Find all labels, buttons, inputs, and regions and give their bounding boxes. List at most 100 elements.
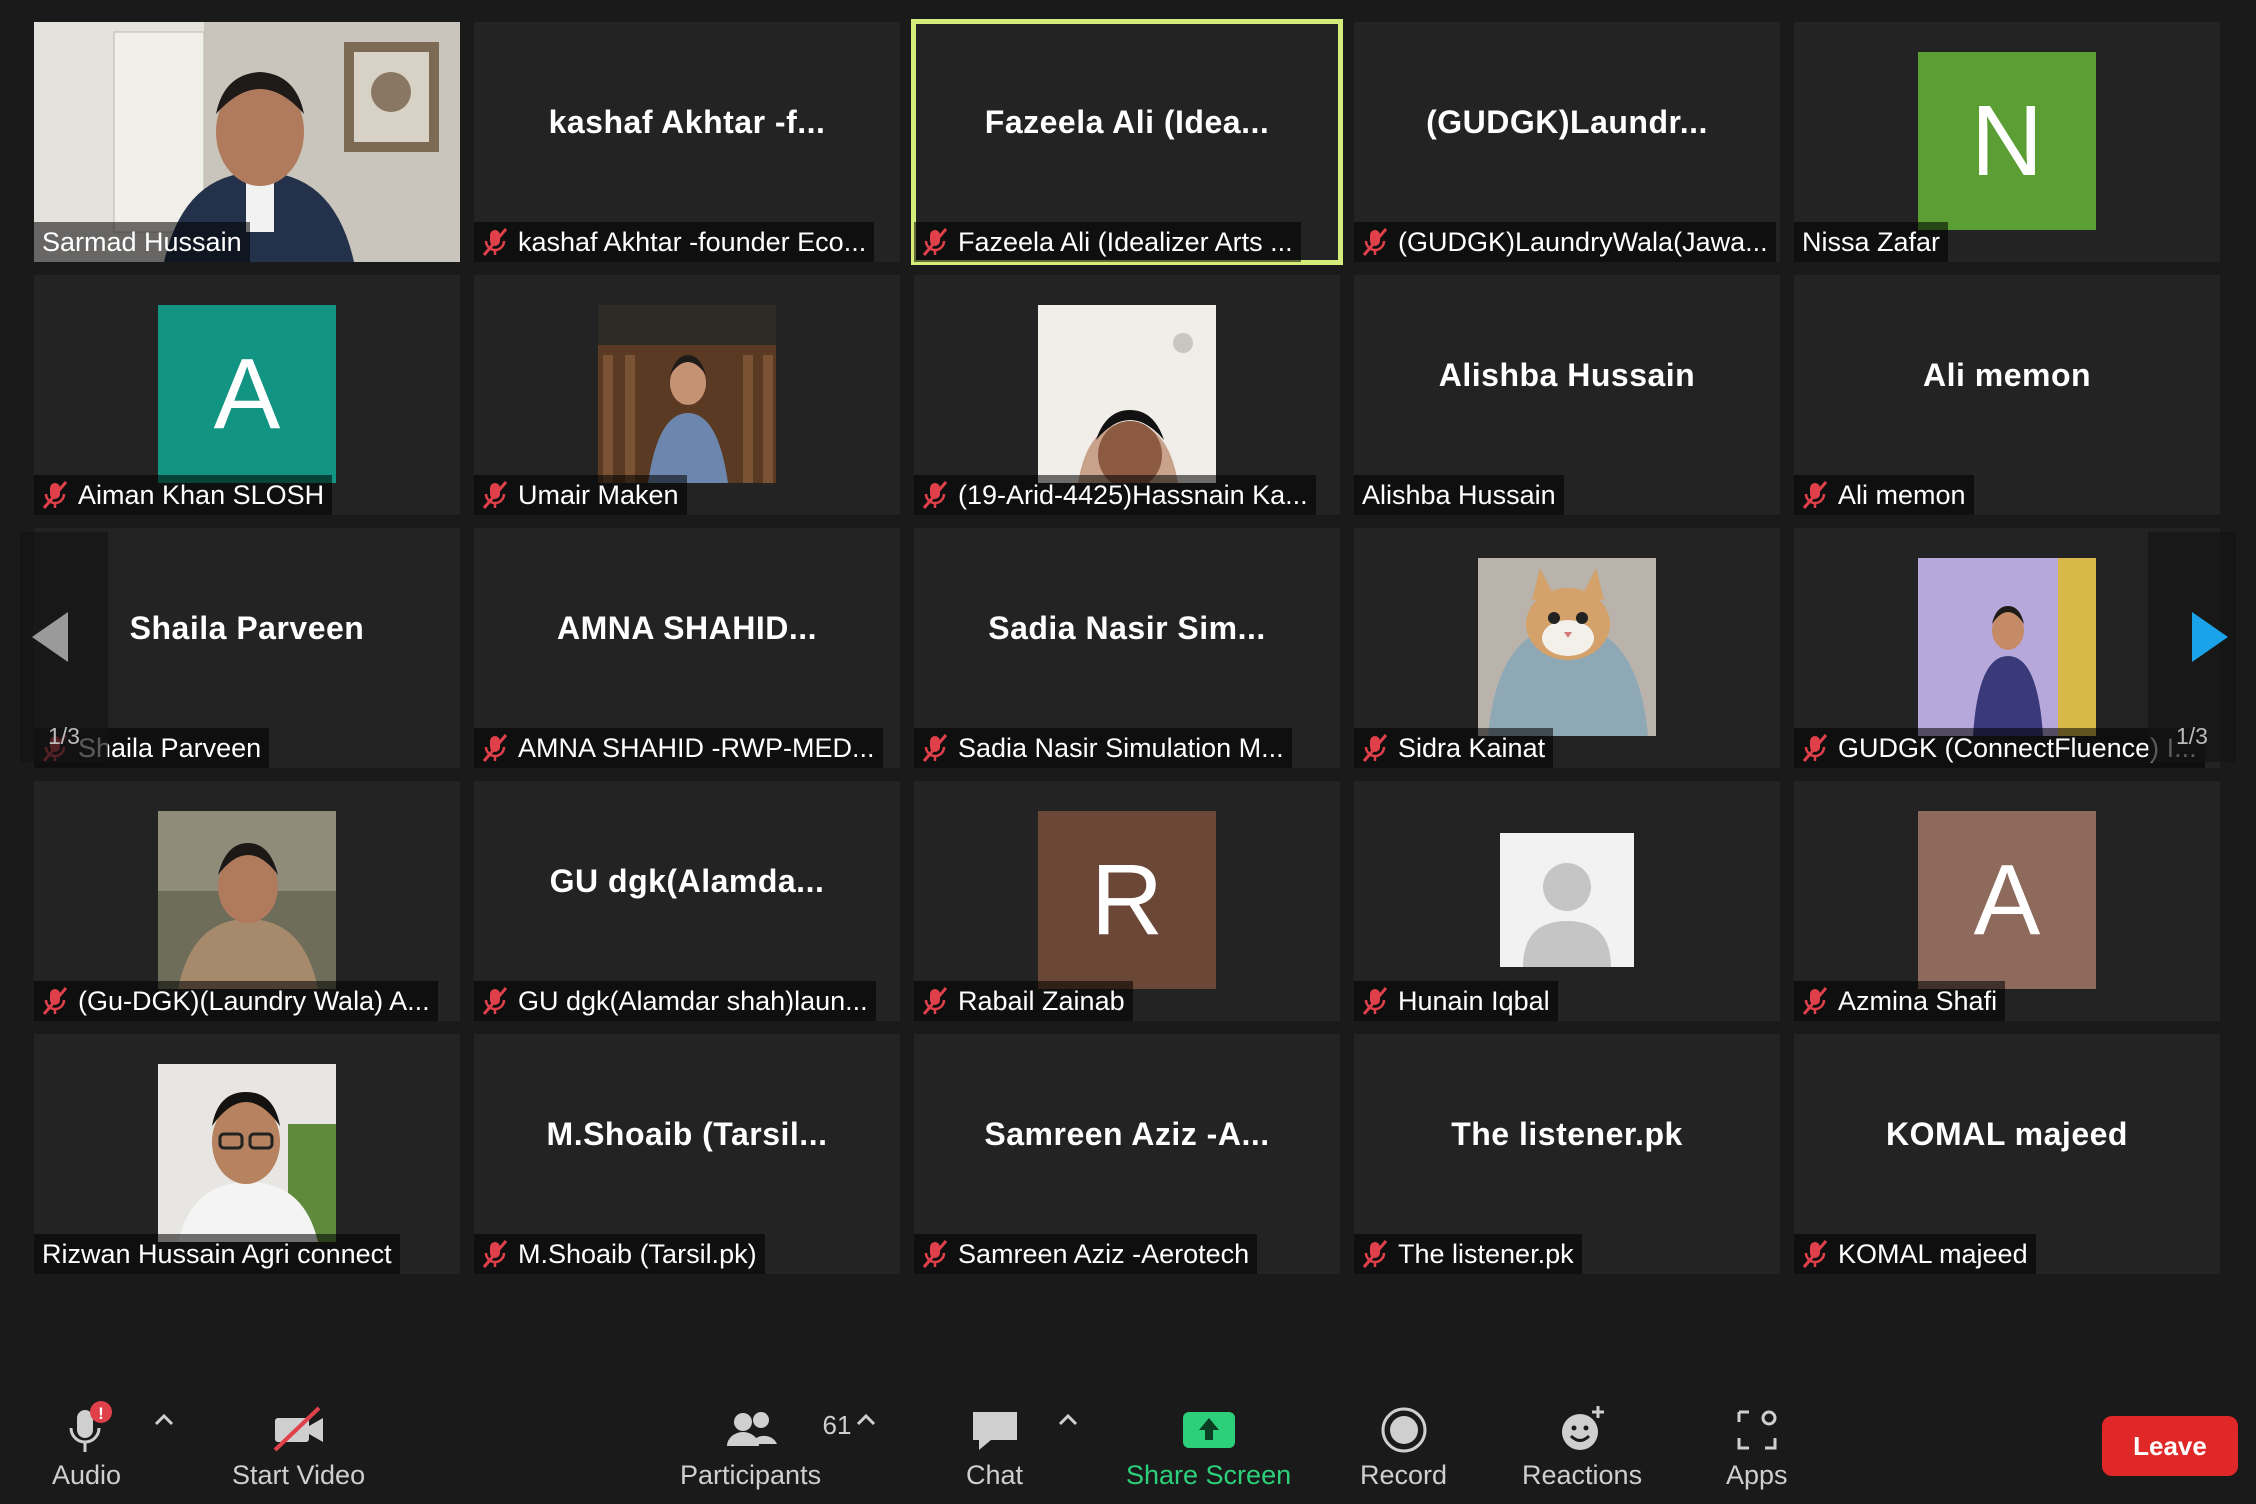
muted-mic-icon [482, 987, 508, 1015]
apps-button[interactable]: Apps [1726, 1400, 1788, 1491]
muted-mic-icon [1802, 1240, 1828, 1268]
next-page-button[interactable]: 1/3 [2148, 532, 2236, 762]
participant-name-label: Fazeela Ali (Idealizer Arts ... [914, 222, 1301, 262]
participant-name-text: Samreen Aziz -Aerotech [958, 1238, 1250, 1269]
muted-mic-icon [1802, 987, 1828, 1015]
participant-display-name: kashaf Akhtar -f... [548, 103, 826, 140]
participant-name-label: Azmina Shafi [1794, 981, 2006, 1021]
chat-label: Chat [966, 1460, 1024, 1490]
arrow-right-icon [2192, 612, 2228, 662]
participant-tile[interactable]: (Gu-DGK)(Laundry Wala) A... [34, 781, 460, 1021]
participant-tile[interactable]: Samreen Aziz -A... Samreen Aziz -Aerotech [914, 1034, 1340, 1274]
participant-tile-active-speaker[interactable]: Fazeela Ali (Idea... Fazeela Ali (Idealiz… [911, 19, 1343, 265]
participant-tile[interactable]: (GUDGK)Laundr... (GUDGK)LaundryWala(Jawa.… [1354, 22, 1780, 262]
participant-name-label: GU dgk(Alamdar shah)laun... [474, 981, 876, 1021]
muted-mic-icon [1802, 734, 1828, 762]
participant-name-text: The listener.pk [1398, 1238, 1574, 1269]
participant-tile[interactable]: R Rabail Zainab [914, 781, 1340, 1021]
participant-name-label: Rabail Zainab [914, 981, 1133, 1021]
participant-avatar: A [158, 305, 336, 483]
participants-options-caret-icon[interactable] [854, 1410, 878, 1428]
muted-mic-icon [42, 987, 68, 1015]
participant-name-text: Sidra Kainat [1398, 732, 1546, 763]
chat-options-caret-icon[interactable] [1056, 1410, 1080, 1428]
participant-tile[interactable]: (19-Arid-4425)Hassnain Ka... [914, 275, 1340, 515]
previous-page-button[interactable]: 1/3 [20, 532, 108, 762]
muted-mic-icon [922, 987, 948, 1015]
record-button[interactable]: Record [1360, 1400, 1447, 1491]
participant-tile[interactable]: Sidra Kainat [1354, 528, 1780, 768]
participant-name-text: Fazeela Ali (Idealizer Arts ... [958, 226, 1293, 257]
participant-name-label: Samreen Aziz -Aerotech [914, 1234, 1258, 1274]
participant-name-text: Hunain Iqbal [1398, 985, 1550, 1016]
participant-name-text: Rabail Zainab [958, 985, 1125, 1016]
participant-name-text: AMNA SHAHID -RWP-MED... [518, 732, 875, 763]
participant-avatar: A [1918, 811, 2096, 989]
participant-photo [598, 305, 776, 483]
muted-mic-icon [42, 481, 68, 509]
audio-label: Audio [52, 1460, 122, 1490]
muted-mic-icon [1362, 734, 1388, 762]
participant-name-text: Azmina Shafi [1838, 985, 1998, 1016]
record-label: Record [1360, 1460, 1448, 1490]
participant-tile[interactable]: The listener.pk The listener.pk [1354, 1034, 1780, 1274]
leave-button[interactable]: Leave [2102, 1416, 2238, 1476]
start-video-label: Start Video [232, 1460, 366, 1490]
participant-display-name: M.Shoaib (Tarsil... [546, 1115, 828, 1152]
participant-tile[interactable]: Alishba Hussain Alishba Hussain [1354, 275, 1780, 515]
participant-name-label: Hunain Iqbal [1354, 981, 1558, 1021]
muted-mic-icon [1362, 228, 1388, 256]
participant-photo [1478, 558, 1656, 736]
participant-name-text: Sarmad Hussain [42, 226, 242, 257]
participant-tile[interactable]: N Nissa Zafar [1794, 22, 2220, 262]
participant-count: 61 [822, 1410, 852, 1440]
participant-tile[interactable]: Sadia Nasir Sim... Sadia Nasir Simulation… [914, 528, 1340, 768]
participants-button[interactable]: 61 Participants [680, 1400, 851, 1491]
participant-tile[interactable]: M.Shoaib (Tarsil... M.Shoaib (Tarsil.pk) [474, 1034, 900, 1274]
muted-mic-icon [922, 734, 948, 762]
participant-tile[interactable]: Sarmad Hussain [34, 22, 460, 262]
share-screen-button[interactable]: Share Screen [1126, 1400, 1291, 1491]
participant-name-text: GUDGK (ConnectFluence) I... [1838, 732, 2197, 763]
participant-photo [1918, 558, 2096, 736]
participant-name-label: Sarmad Hussain [34, 222, 250, 262]
participant-tile[interactable]: Hunain Iqbal [1354, 781, 1780, 1021]
chat-button[interactable]: Chat [966, 1400, 1023, 1491]
muted-mic-icon [482, 481, 508, 509]
apps-label: Apps [1726, 1460, 1788, 1490]
muted-mic-icon [482, 1240, 508, 1268]
audio-button[interactable]: ! Audio [52, 1400, 121, 1491]
participant-name-text: Rizwan Hussain Agri connect [42, 1238, 392, 1269]
audio-options-caret-icon[interactable] [152, 1410, 176, 1428]
participant-name-text: Sadia Nasir Simulation M... [958, 732, 1284, 763]
participant-tile[interactable]: AMNA SHAHID... AMNA SHAHID -RWP-MED... [474, 528, 900, 768]
reactions-button[interactable]: Reactions [1522, 1400, 1642, 1491]
participant-name-text: (Gu-DGK)(Laundry Wala) A... [78, 985, 430, 1016]
muted-mic-icon [922, 228, 948, 256]
participant-name-label: GUDGK (ConnectFluence) I... [1794, 728, 2205, 768]
participant-name-text: (GUDGK)LaundryWala(Jawa... [1398, 226, 1768, 257]
participant-tile[interactable]: A Azmina Shafi [1794, 781, 2220, 1021]
participant-name-label: AMNA SHAHID -RWP-MED... [474, 728, 883, 768]
participant-tile[interactable]: Umair Maken [474, 275, 900, 515]
participant-tile[interactable]: kashaf Akhtar -f... kashaf Akhtar -founde… [474, 22, 900, 262]
participant-name-label: The listener.pk [1354, 1234, 1582, 1274]
participant-name-label: Aiman Khan SLOSH [34, 475, 333, 515]
participant-name-text: kashaf Akhtar -founder Eco... [518, 226, 867, 257]
microphone-icon: ! [69, 1401, 112, 1452]
participant-tile[interactable]: KOMAL majeed KOMAL majeed [1794, 1034, 2220, 1274]
participant-name-label: Ali memon [1794, 475, 1974, 515]
participant-tile[interactable]: Ali memon Ali memon [1794, 275, 2220, 515]
participant-name-text: Umair Maken [518, 479, 679, 510]
arrow-left-icon [32, 612, 68, 662]
participant-tile[interactable]: A Aiman Khan SLOSH [34, 275, 460, 515]
participant-photo [158, 811, 336, 989]
start-video-button[interactable]: Start Video [232, 1400, 365, 1491]
participant-avatar: R [1038, 811, 1216, 989]
participant-name-label: Alishba Hussain [1354, 475, 1564, 515]
participant-photo [1038, 305, 1216, 483]
participant-name-label: Sidra Kainat [1354, 728, 1554, 768]
participant-tile[interactable]: Rizwan Hussain Agri connect [34, 1034, 460, 1274]
participant-tile[interactable]: GU dgk(Alamda... GU dgk(Alamdar shah)laun… [474, 781, 900, 1021]
participant-name-text: Aiman Khan SLOSH [78, 479, 325, 510]
